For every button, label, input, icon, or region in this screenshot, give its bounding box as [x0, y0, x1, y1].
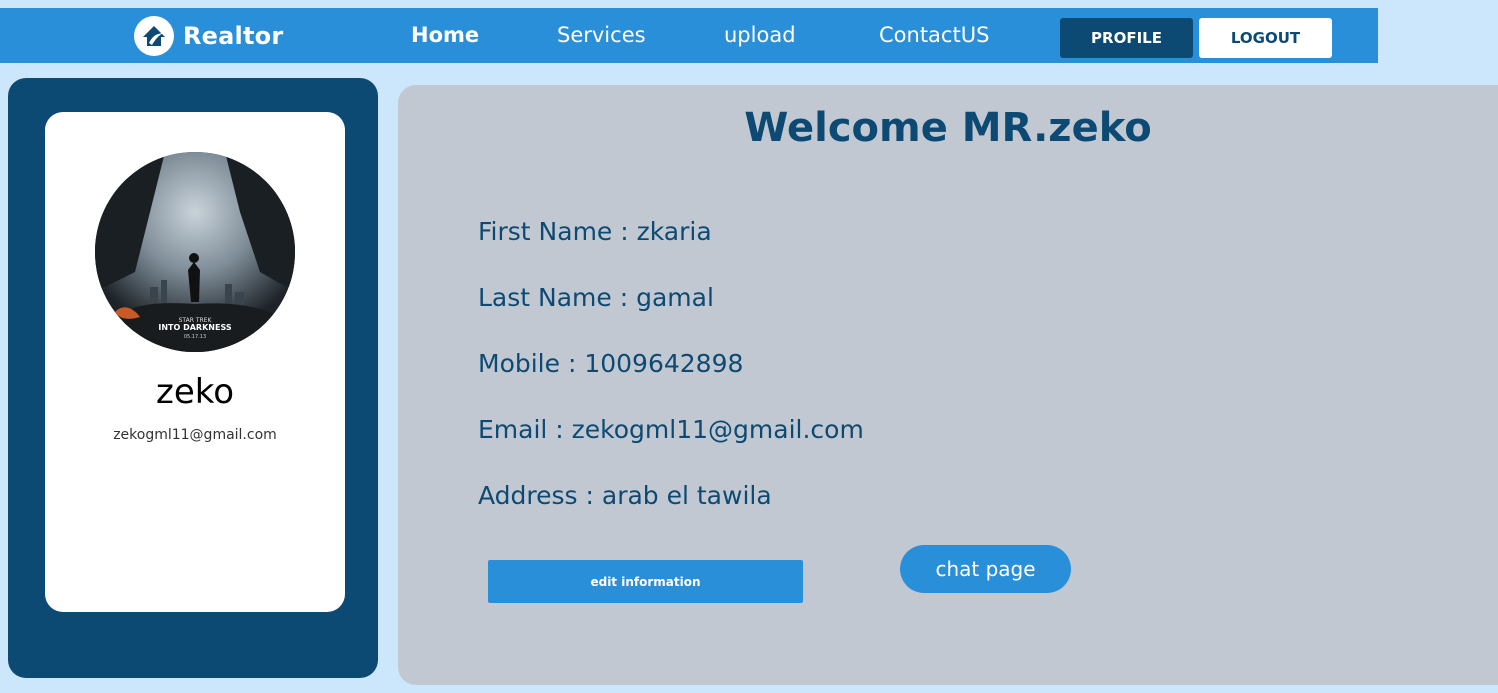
- profile-card: STAR TREK INTO DARKNESS 05.17.13 zeko ze…: [45, 112, 345, 612]
- profile-email: zekogml11@gmail.com: [113, 427, 277, 443]
- sidebar-panel: STAR TREK INTO DARKNESS 05.17.13 zeko ze…: [8, 78, 378, 678]
- nav-services[interactable]: Services: [557, 23, 646, 47]
- edit-information-button[interactable]: edit information: [488, 560, 803, 603]
- avatar-poster-subtitle: INTO DARKNESS: [158, 323, 231, 332]
- last-name-line: Last Name : gamal: [478, 283, 714, 312]
- first-name-line: First Name : zkaria: [478, 217, 712, 246]
- address-line: Address : arab el tawila: [478, 481, 772, 510]
- main-panel: Welcome MR.zeko First Name : zkaria Last…: [398, 85, 1498, 685]
- nav-contact-us[interactable]: ContactUS: [879, 23, 989, 47]
- nav-upload[interactable]: upload: [724, 23, 796, 47]
- logout-button[interactable]: LOGOUT: [1199, 18, 1332, 58]
- profile-button[interactable]: PROFILE: [1060, 18, 1193, 58]
- email-line: Email : zekogml11@gmail.com: [478, 415, 864, 444]
- house-logo-icon: [134, 15, 174, 56]
- nav-home[interactable]: Home: [411, 23, 479, 47]
- navbar: Realtor Home Services upload ContactUS P…: [0, 8, 1378, 63]
- brand-name: Realtor: [183, 21, 284, 50]
- mobile-line: Mobile : 1009642898: [478, 349, 744, 378]
- profile-name: zeko: [155, 372, 235, 412]
- chat-page-button[interactable]: chat page: [900, 545, 1071, 593]
- avatar: STAR TREK INTO DARKNESS 05.17.13: [95, 152, 295, 352]
- avatar-poster-date: 05.17.13: [184, 334, 206, 340]
- brand[interactable]: Realtor: [134, 15, 283, 56]
- welcome-heading: Welcome MR.zeko: [744, 105, 1152, 151]
